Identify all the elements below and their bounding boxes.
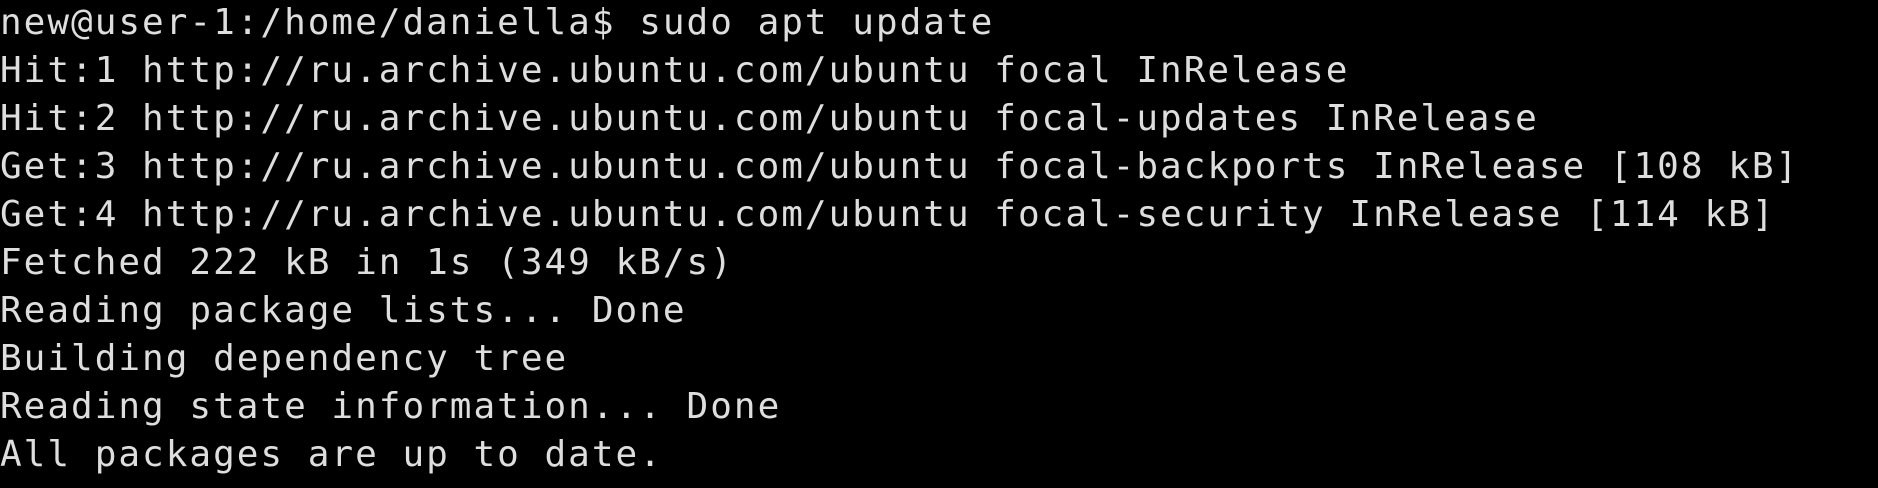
terminal-output-line: Fetched 222 kB in 1s (349 kB/s) xyxy=(0,242,734,283)
terminal-output-line: Get:4 http://ru.archive.ubuntu.com/ubunt… xyxy=(0,194,1776,235)
terminal-output-line: Building dependency tree xyxy=(0,338,569,379)
terminal-window[interactable]: new@user-1:/home/daniella$ sudo apt upda… xyxy=(0,0,1878,488)
terminal-output-line: Reading package lists... Done xyxy=(0,290,687,331)
terminal-output-line: Get:3 http://ru.archive.ubuntu.com/ubunt… xyxy=(0,146,1800,187)
terminal-output-line: Hit:1 http://ru.archive.ubuntu.com/ubunt… xyxy=(0,50,1350,91)
terminal-output-line: Reading state information... Done xyxy=(0,386,782,427)
terminal-cutoff-line xyxy=(0,481,1799,488)
terminal-output-line: All packages are up to date. xyxy=(0,434,663,475)
terminal-output: new@user-1:/home/daniella$ sudo apt upda… xyxy=(0,1,1799,488)
terminal-prompt-line: new@user-1:/home/daniella$ sudo apt upda… xyxy=(0,2,995,43)
terminal-output-line: Hit:2 http://ru.archive.ubuntu.com/ubunt… xyxy=(0,98,1539,139)
